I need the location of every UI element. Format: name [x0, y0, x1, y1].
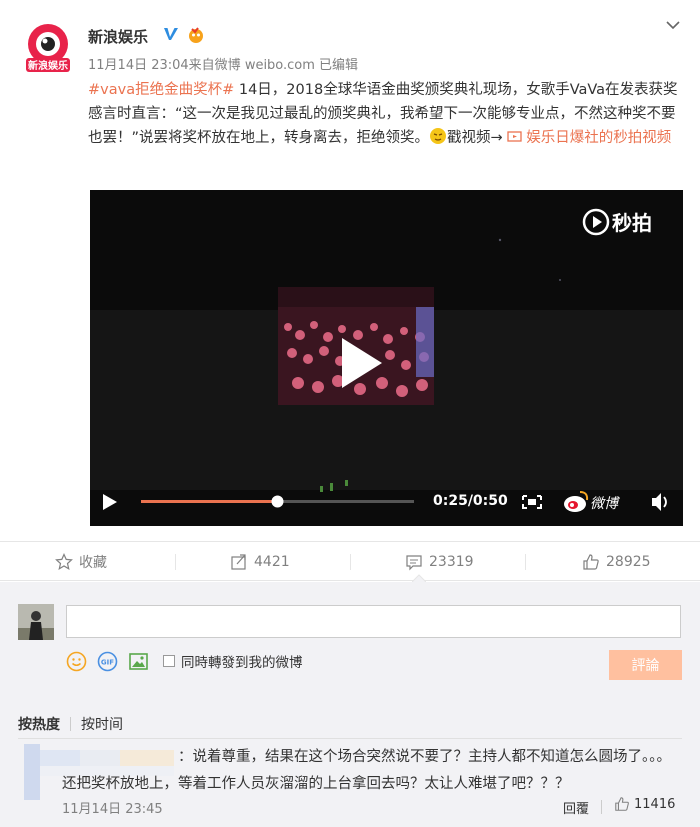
thumbs-up-icon: [615, 797, 629, 811]
video-time: 0:25/0:50: [433, 493, 508, 509]
user-avatar[interactable]: [18, 604, 54, 640]
svg-text:新浪娱乐: 新浪娱乐: [28, 59, 68, 72]
progress-handle[interactable]: [271, 495, 284, 508]
weibo-post-card: 新浪娱乐 新浪娱乐 11月14日 23:04来自微博 weibo.com 已编辑…: [0, 0, 700, 827]
progress-fill: [141, 500, 278, 503]
like-button[interactable]: 28925: [582, 542, 651, 582]
composer-tools: GIF 同時轉發到我的微博: [66, 650, 303, 672]
repost-checkbox[interactable]: [163, 655, 175, 667]
video-link-icon: [507, 131, 522, 142]
comment-time: 11月14日 23:45: [62, 802, 163, 817]
svg-text:GIF: GIF: [101, 658, 114, 666]
post-text-tail: 戳视频→: [447, 130, 508, 146]
comment-action-divider: [601, 800, 602, 814]
play-pause-icon[interactable]: [103, 494, 117, 510]
sort-divider: [70, 717, 71, 731]
action-bar: 收藏 4421 23319 28925: [0, 541, 700, 581]
repost-checkbox-label: 同時轉發到我的微博: [181, 655, 303, 671]
emoji-picker-icon[interactable]: [66, 651, 87, 672]
sort-by-time-tab[interactable]: 按时间: [81, 714, 123, 734]
verified-badge-icon: [164, 28, 178, 40]
comment-icon: [406, 555, 422, 571]
like-count: 28925: [606, 554, 651, 570]
star-icon: [55, 553, 73, 571]
weibo-logo-icon: [564, 491, 589, 512]
favorite-button[interactable]: 收藏: [55, 542, 107, 582]
miaopai-logo-text: 秒拍: [612, 211, 652, 235]
repost-count: 4421: [254, 554, 290, 570]
comment-like-count: 11416: [634, 796, 676, 812]
post-body: #vava拒绝金曲奖杯# 14日，2018全球华语金曲奖颁奖典礼现场，女歌手Va…: [88, 78, 684, 150]
comment-sort-tabs: 按热度 按时间: [18, 714, 123, 734]
miaopai-logo-icon: 秒拍: [582, 208, 652, 236]
account-avatar[interactable]: 新浪娱乐: [22, 22, 74, 74]
action-divider: [525, 554, 526, 570]
video-player[interactable]: 秒拍 0:25/0:50 微博: [90, 190, 683, 526]
reply-button[interactable]: 回覆: [563, 798, 589, 817]
chevron-down-icon[interactable]: [664, 18, 682, 32]
sort-by-hot-tab[interactable]: 按热度: [18, 714, 60, 734]
fan-badge-icon[interactable]: [186, 26, 206, 44]
favorite-label: 收藏: [79, 555, 107, 571]
action-divider: [350, 554, 351, 570]
video-link[interactable]: 娱乐日爆社的秒拍视频: [507, 130, 671, 146]
action-divider: [175, 554, 176, 570]
active-tab-arrow: [412, 574, 426, 582]
emoji-icon: [430, 128, 447, 144]
repost-button[interactable]: 4421: [230, 542, 290, 582]
comment-text: ：说着尊重，结果在这个场合突然说不要了？主持人都不知道怎么圆场了。。。还把奖杯放…: [62, 749, 671, 792]
hashtag-link[interactable]: #vava拒绝金曲奖杯#: [88, 82, 234, 98]
comment-divider: [18, 738, 682, 739]
comment-input[interactable]: [66, 605, 681, 638]
post-meta: 11月14日 23:04来自微博 weibo.com 已编辑: [88, 58, 359, 73]
weibo-brand-text: 微博: [590, 496, 618, 512]
comment-like-button[interactable]: 11416: [614, 796, 675, 812]
thumbs-up-icon: [583, 554, 599, 570]
account-name[interactable]: 新浪娱乐: [88, 26, 148, 47]
fullscreen-icon[interactable]: [522, 495, 542, 509]
play-icon[interactable]: [314, 320, 400, 406]
submit-comment-button[interactable]: 評論: [609, 650, 682, 680]
volume-icon[interactable]: [652, 493, 667, 511]
image-icon[interactable]: [128, 651, 149, 672]
comment-count: 23319: [429, 554, 474, 570]
video-link-label: 娱乐日爆社的秒拍视频: [526, 130, 672, 146]
repost-icon: [231, 554, 246, 570]
gif-icon[interactable]: GIF: [97, 651, 118, 672]
